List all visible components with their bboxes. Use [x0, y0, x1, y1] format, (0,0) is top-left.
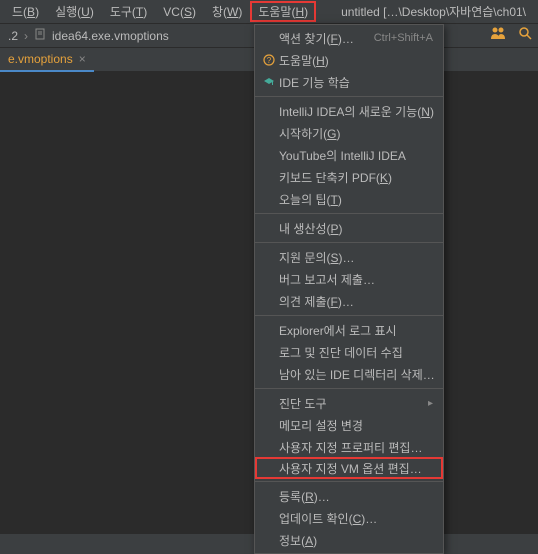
search-icon[interactable]	[518, 26, 532, 43]
chevron-right-icon: ▸	[428, 398, 433, 409]
menu-contact-support[interactable]: 지원 문의(S)…	[255, 246, 443, 268]
menu-diagnostic-tools[interactable]: 진단 도구 ▸	[255, 392, 443, 414]
menu-label: IDE 기능 학습	[279, 74, 350, 91]
menu-submit-feedback[interactable]: 의견 제출(F)…	[255, 290, 443, 312]
menu-tip-of-day[interactable]: 오늘의 팁(T)	[255, 188, 443, 210]
menu-label: YouTube의 IntelliJ IDEA	[279, 147, 406, 164]
graduation-icon	[261, 76, 277, 88]
menu-label: 업데이트 확인(C)…	[279, 510, 377, 527]
toolbar-right	[490, 26, 532, 43]
menu-shortcut: Ctrl+Shift+A	[360, 32, 433, 44]
help-dropdown: 액션 찾기(F)… Ctrl+Shift+A ? 도움말(H) IDE 기능 학…	[254, 24, 444, 554]
menu-tools[interactable]: 도구(T)	[102, 1, 155, 22]
menu-label: 진단 도구	[279, 395, 327, 412]
menu-show-log[interactable]: Explorer에서 로그 표시	[255, 319, 443, 341]
menu-label: 메모리 설정 변경	[279, 417, 363, 434]
question-icon: ?	[261, 54, 277, 66]
menu-separator	[255, 242, 443, 243]
menu-label: 로그 및 진단 데이터 수집	[279, 344, 403, 361]
menu-label: IntelliJ IDEA의 새로운 기능(N)	[279, 103, 434, 120]
menu-window[interactable]: 창(W)	[204, 1, 250, 22]
menu-label: 남아 있는 IDE 디렉터리 삭제…	[279, 366, 435, 383]
menu-edit-vm-options[interactable]: 사용자 지정 VM 옵션 편집…	[255, 457, 443, 479]
menu-getting-started[interactable]: 시작하기(G)	[255, 122, 443, 144]
menu-build[interactable]: 드(B)	[4, 1, 47, 22]
menu-separator	[255, 481, 443, 482]
menu-label: 등록(R)…	[279, 488, 330, 505]
menu-label: 버그 보고서 제출…	[279, 271, 375, 288]
users-icon[interactable]	[490, 26, 506, 43]
menu-label: 정보(A)	[279, 532, 317, 549]
menu-delete-dirs[interactable]: 남아 있는 IDE 디렉터리 삭제…	[255, 363, 443, 385]
menu-separator	[255, 96, 443, 97]
menu-label: 키보드 단축키 PDF(K)	[279, 169, 392, 186]
tab-vmoptions[interactable]: e.vmoptions ×	[0, 48, 94, 72]
close-icon[interactable]: ×	[79, 52, 86, 66]
menu-label: 오늘의 팁(T)	[279, 191, 342, 208]
menu-separator	[255, 315, 443, 316]
menu-help-item[interactable]: ? 도움말(H)	[255, 49, 443, 71]
menu-label: 액션 찾기(F)…	[279, 30, 354, 47]
menu-my-productivity[interactable]: 내 생산성(P)	[255, 217, 443, 239]
menu-learn-ide[interactable]: IDE 기능 학습	[255, 71, 443, 93]
menu-label: 사용자 지정 VM 옵션 편집…	[279, 460, 422, 477]
menu-label: 시작하기(G)	[279, 125, 341, 142]
menu-edit-properties[interactable]: 사용자 지정 프로퍼티 편집…	[255, 436, 443, 458]
menu-check-updates[interactable]: 업데이트 확인(C)…	[255, 507, 443, 529]
menu-label: Explorer에서 로그 표시	[279, 322, 397, 339]
menu-change-memory[interactable]: 메모리 설정 변경	[255, 414, 443, 436]
menu-label: 도움말(H)	[279, 52, 329, 69]
menu-youtube[interactable]: YouTube의 IntelliJ IDEA	[255, 144, 443, 166]
menu-separator	[255, 388, 443, 389]
menu-label: 사용자 지정 프로퍼티 편집…	[279, 439, 422, 456]
breadcrumb-file[interactable]: idea64.exe.vmoptions	[52, 29, 169, 43]
menu-submit-bug[interactable]: 버그 보고서 제출…	[255, 268, 443, 290]
menubar: 드(B) 실행(U) 도구(T) VC(S) 창(W) 도움말(H) untit…	[0, 0, 538, 24]
menu-label: 내 생산성(P)	[279, 220, 343, 237]
menu-about[interactable]: 정보(A)	[255, 529, 443, 551]
menu-label: 지원 문의(S)…	[279, 249, 355, 266]
menu-register[interactable]: 등록(R)…	[255, 485, 443, 507]
menu-collect-logs[interactable]: 로그 및 진단 데이터 수집	[255, 341, 443, 363]
menu-vcs[interactable]: VC(S)	[155, 3, 204, 21]
menu-keyboard-pdf[interactable]: 키보드 단축키 PDF(K)	[255, 166, 443, 188]
tab-label: e.vmoptions	[8, 52, 73, 66]
menu-separator	[255, 213, 443, 214]
window-title: untitled […\Desktop\자바연습\ch01\	[333, 1, 534, 22]
menu-label: 의견 제출(F)…	[279, 293, 354, 310]
breadcrumb-part[interactable]: .2	[8, 29, 18, 43]
file-icon	[34, 28, 46, 43]
svg-text:?: ?	[267, 56, 272, 65]
menu-help[interactable]: 도움말(H)	[250, 1, 316, 22]
menu-whats-new[interactable]: IntelliJ IDEA의 새로운 기능(N)	[255, 100, 443, 122]
menu-run[interactable]: 실행(U)	[47, 1, 102, 22]
menu-find-action[interactable]: 액션 찾기(F)… Ctrl+Shift+A	[255, 27, 443, 49]
chevron-right-icon: ›	[22, 29, 30, 43]
